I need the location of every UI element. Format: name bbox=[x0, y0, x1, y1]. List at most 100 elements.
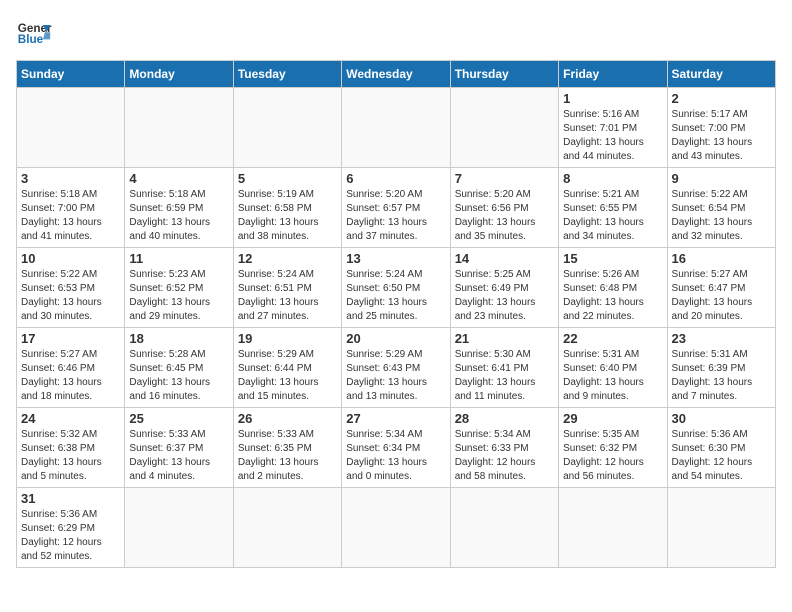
day-info: Sunrise: 5:17 AMSunset: 7:00 PMDaylight:… bbox=[672, 108, 771, 164]
day-number: 26 bbox=[238, 411, 337, 426]
calendar-cell bbox=[17, 88, 125, 168]
day-info: Sunrise: 5:24 AMSunset: 6:51 PMDaylight:… bbox=[238, 268, 337, 324]
day-number: 1 bbox=[563, 91, 662, 106]
day-info: Sunrise: 5:19 AMSunset: 6:58 PMDaylight:… bbox=[238, 188, 337, 244]
calendar-cell bbox=[125, 88, 233, 168]
calendar-cell: 2 Sunrise: 5:17 AMSunset: 7:00 PMDaylight… bbox=[667, 88, 775, 168]
day-number: 4 bbox=[129, 171, 228, 186]
calendar-header: SundayMondayTuesdayWednesdayThursdayFrid… bbox=[17, 61, 776, 88]
day-info: Sunrise: 5:22 AMSunset: 6:54 PMDaylight:… bbox=[672, 188, 771, 244]
day-info: Sunrise: 5:27 AMSunset: 6:46 PMDaylight:… bbox=[21, 348, 120, 404]
day-info: Sunrise: 5:25 AMSunset: 6:49 PMDaylight:… bbox=[455, 268, 554, 324]
day-info: Sunrise: 5:33 AMSunset: 6:35 PMDaylight:… bbox=[238, 428, 337, 484]
calendar-cell: 24 Sunrise: 5:32 AMSunset: 6:38 PMDayligh… bbox=[17, 408, 125, 488]
calendar-cell: 14 Sunrise: 5:25 AMSunset: 6:49 PMDayligh… bbox=[450, 248, 558, 328]
day-number: 7 bbox=[455, 171, 554, 186]
day-number: 13 bbox=[346, 251, 445, 266]
calendar-week-3: 17 Sunrise: 5:27 AMSunset: 6:46 PMDayligh… bbox=[17, 328, 776, 408]
calendar-cell: 13 Sunrise: 5:24 AMSunset: 6:50 PMDayligh… bbox=[342, 248, 450, 328]
day-number: 5 bbox=[238, 171, 337, 186]
day-number: 8 bbox=[563, 171, 662, 186]
day-info: Sunrise: 5:28 AMSunset: 6:45 PMDaylight:… bbox=[129, 348, 228, 404]
calendar-cell bbox=[233, 88, 341, 168]
day-info: Sunrise: 5:35 AMSunset: 6:32 PMDaylight:… bbox=[563, 428, 662, 484]
calendar-cell: 3 Sunrise: 5:18 AMSunset: 7:00 PMDaylight… bbox=[17, 168, 125, 248]
calendar-cell: 9 Sunrise: 5:22 AMSunset: 6:54 PMDaylight… bbox=[667, 168, 775, 248]
day-number: 30 bbox=[672, 411, 771, 426]
calendar-cell: 27Sunrise: 5:34 AMSunset: 6:34 PMDayligh… bbox=[342, 408, 450, 488]
calendar-cell: 10 Sunrise: 5:22 AMSunset: 6:53 PMDayligh… bbox=[17, 248, 125, 328]
day-number: 31 bbox=[21, 491, 120, 506]
day-header-saturday: Saturday bbox=[667, 61, 775, 88]
calendar-cell: 30Sunrise: 5:36 AMSunset: 6:30 PMDayligh… bbox=[667, 408, 775, 488]
day-number: 9 bbox=[672, 171, 771, 186]
day-number: 3 bbox=[21, 171, 120, 186]
day-number: 18 bbox=[129, 331, 228, 346]
calendar-cell bbox=[125, 488, 233, 568]
day-info: Sunrise: 5:31 AMSunset: 6:40 PMDaylight:… bbox=[563, 348, 662, 404]
day-info: Sunrise: 5:29 AMSunset: 6:44 PMDaylight:… bbox=[238, 348, 337, 404]
calendar-cell bbox=[450, 488, 558, 568]
calendar-cell: 6Sunrise: 5:20 AMSunset: 6:57 PMDaylight… bbox=[342, 168, 450, 248]
calendar-cell: 12 Sunrise: 5:24 AMSunset: 6:51 PMDayligh… bbox=[233, 248, 341, 328]
calendar-cell bbox=[450, 88, 558, 168]
calendar-cell: 15 Sunrise: 5:26 AMSunset: 6:48 PMDayligh… bbox=[559, 248, 667, 328]
day-number: 15 bbox=[563, 251, 662, 266]
day-info: Sunrise: 5:16 AMSunset: 7:01 PMDaylight:… bbox=[563, 108, 662, 164]
day-header-friday: Friday bbox=[559, 61, 667, 88]
day-info: Sunrise: 5:24 AMSunset: 6:50 PMDaylight:… bbox=[346, 268, 445, 324]
header-row: SundayMondayTuesdayWednesdayThursdayFrid… bbox=[17, 61, 776, 88]
day-number: 11 bbox=[129, 251, 228, 266]
calendar-week-4: 24 Sunrise: 5:32 AMSunset: 6:38 PMDayligh… bbox=[17, 408, 776, 488]
calendar-cell: 23 Sunrise: 5:31 AMSunset: 6:39 PMDayligh… bbox=[667, 328, 775, 408]
day-number: 17 bbox=[21, 331, 120, 346]
day-info: Sunrise: 5:26 AMSunset: 6:48 PMDaylight:… bbox=[563, 268, 662, 324]
day-info: Sunrise: 5:18 AMSunset: 6:59 PMDaylight:… bbox=[129, 188, 228, 244]
day-info: Sunrise: 5:20 AMSunset: 6:56 PMDaylight:… bbox=[455, 188, 554, 244]
day-info: Sunrise: 5:23 AMSunset: 6:52 PMDaylight:… bbox=[129, 268, 228, 324]
day-info: Sunrise: 5:18 AMSunset: 7:00 PMDaylight:… bbox=[21, 188, 120, 244]
calendar-week-5: 31Sunrise: 5:36 AMSunset: 6:29 PMDayligh… bbox=[17, 488, 776, 568]
calendar-body: 1 Sunrise: 5:16 AMSunset: 7:01 PMDaylight… bbox=[17, 88, 776, 568]
day-info: Sunrise: 5:31 AMSunset: 6:39 PMDaylight:… bbox=[672, 348, 771, 404]
calendar-cell bbox=[342, 488, 450, 568]
day-number: 28 bbox=[455, 411, 554, 426]
day-header-sunday: Sunday bbox=[17, 61, 125, 88]
calendar-cell: 18 Sunrise: 5:28 AMSunset: 6:45 PMDayligh… bbox=[125, 328, 233, 408]
calendar-cell: 8Sunrise: 5:21 AMSunset: 6:55 PMDaylight… bbox=[559, 168, 667, 248]
calendar-cell: 22Sunrise: 5:31 AMSunset: 6:40 PMDayligh… bbox=[559, 328, 667, 408]
day-number: 10 bbox=[21, 251, 120, 266]
calendar-cell: 25Sunrise: 5:33 AMSunset: 6:37 PMDayligh… bbox=[125, 408, 233, 488]
day-header-tuesday: Tuesday bbox=[233, 61, 341, 88]
day-info: Sunrise: 5:22 AMSunset: 6:53 PMDaylight:… bbox=[21, 268, 120, 324]
day-number: 23 bbox=[672, 331, 771, 346]
day-number: 24 bbox=[21, 411, 120, 426]
calendar-cell bbox=[667, 488, 775, 568]
day-info: Sunrise: 5:27 AMSunset: 6:47 PMDaylight:… bbox=[672, 268, 771, 324]
logo-icon: General Blue bbox=[16, 16, 52, 52]
day-number: 2 bbox=[672, 91, 771, 106]
calendar-cell bbox=[559, 488, 667, 568]
day-number: 14 bbox=[455, 251, 554, 266]
day-info: Sunrise: 5:30 AMSunset: 6:41 PMDaylight:… bbox=[455, 348, 554, 404]
day-number: 21 bbox=[455, 331, 554, 346]
day-number: 6 bbox=[346, 171, 445, 186]
calendar-cell bbox=[233, 488, 341, 568]
svg-text:Blue: Blue bbox=[18, 33, 44, 46]
calendar-cell: 17 Sunrise: 5:27 AMSunset: 6:46 PMDayligh… bbox=[17, 328, 125, 408]
calendar-cell: 31Sunrise: 5:36 AMSunset: 6:29 PMDayligh… bbox=[17, 488, 125, 568]
calendar-cell: 19Sunrise: 5:29 AMSunset: 6:44 PMDayligh… bbox=[233, 328, 341, 408]
logo: General Blue bbox=[16, 16, 52, 52]
calendar-cell: 21 Sunrise: 5:30 AMSunset: 6:41 PMDayligh… bbox=[450, 328, 558, 408]
day-info: Sunrise: 5:34 AMSunset: 6:33 PMDaylight:… bbox=[455, 428, 554, 484]
day-number: 29 bbox=[563, 411, 662, 426]
calendar-cell: 26 Sunrise: 5:33 AMSunset: 6:35 PMDayligh… bbox=[233, 408, 341, 488]
day-info: Sunrise: 5:32 AMSunset: 6:38 PMDaylight:… bbox=[21, 428, 120, 484]
calendar-cell: 1 Sunrise: 5:16 AMSunset: 7:01 PMDaylight… bbox=[559, 88, 667, 168]
day-number: 25 bbox=[129, 411, 228, 426]
calendar-week-2: 10 Sunrise: 5:22 AMSunset: 6:53 PMDayligh… bbox=[17, 248, 776, 328]
day-number: 16 bbox=[672, 251, 771, 266]
day-number: 12 bbox=[238, 251, 337, 266]
calendar-week-1: 3 Sunrise: 5:18 AMSunset: 7:00 PMDaylight… bbox=[17, 168, 776, 248]
calendar-cell bbox=[342, 88, 450, 168]
